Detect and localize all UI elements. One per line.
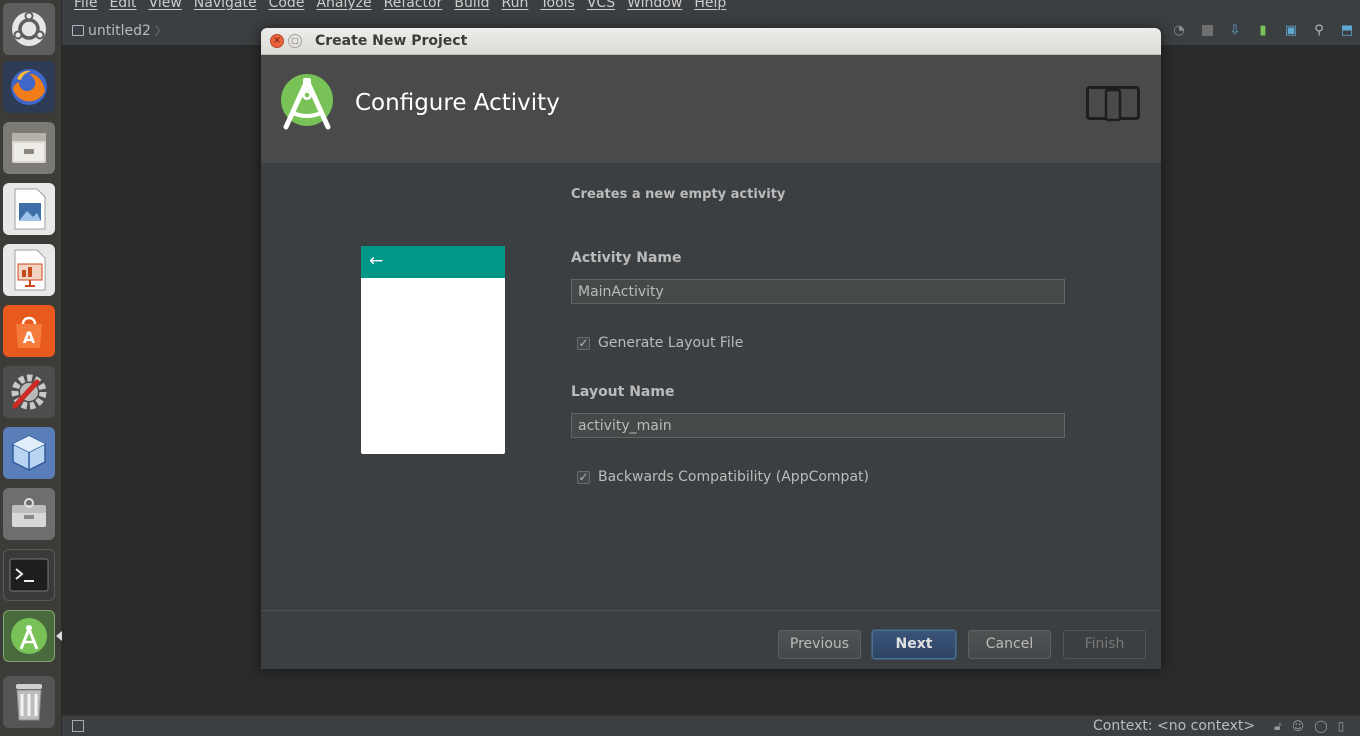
close-icon[interactable]: × — [270, 34, 284, 48]
archive-manager-icon[interactable] — [3, 488, 55, 540]
breadcrumb-separator-icon: 〉 — [154, 24, 167, 38]
create-new-project-dialog: × □ Create New Project Configure Activit… — [261, 28, 1161, 669]
activity-name-input[interactable] — [571, 279, 1065, 304]
tool-windows-toggle-icon[interactable] — [72, 720, 84, 732]
dialog-content: ← Creates a new empty activity Activity … — [261, 163, 1161, 610]
banner-title: Configure Activity — [355, 90, 560, 116]
system-settings-icon[interactable] — [3, 366, 55, 418]
ubuntu-launcher: A — [0, 0, 62, 736]
finish-button: Finish — [1063, 630, 1146, 659]
backwards-compat-label[interactable]: Backwards Compatibility (AppCompat) — [598, 469, 869, 485]
menu-edit[interactable]: Edit — [103, 0, 142, 11]
next-button[interactable]: Next — [872, 630, 956, 659]
backwards-compat-checkbox-row[interactable]: ✓ Backwards Compatibility (AppCompat) — [577, 469, 869, 485]
libreoffice-draw-icon[interactable] — [3, 183, 55, 235]
menu-navigate[interactable]: Navigate — [188, 0, 263, 11]
menu-refactor[interactable]: Refactor — [378, 0, 449, 11]
generate-layout-checkbox-row[interactable]: ✓ Generate Layout File — [577, 335, 743, 351]
layout-name-label: Layout Name — [571, 384, 675, 400]
device-form-factor-icon — [1086, 86, 1140, 122]
libreoffice-impress-icon[interactable] — [3, 244, 55, 296]
virtualbox-icon[interactable] — [3, 427, 55, 479]
profile-icon[interactable]: ◔ — [1170, 21, 1188, 39]
layout-name-input[interactable] — [571, 413, 1065, 438]
gradle-sync-icon[interactable]: ⇩ — [1226, 21, 1244, 39]
context-indicator[interactable]: Context: <no context> — [1093, 718, 1255, 734]
dialog-title: Create New Project — [315, 33, 468, 49]
menu-window[interactable]: Window — [621, 0, 688, 11]
previous-button[interactable]: Previous — [778, 630, 861, 659]
avd-manager-icon[interactable]: ▮ — [1254, 21, 1272, 39]
backwards-compat-checkbox[interactable]: ✓ — [577, 470, 590, 484]
software-center-icon[interactable]: A — [3, 305, 55, 357]
svg-text:A: A — [23, 328, 36, 347]
maximize-icon[interactable]: □ — [288, 34, 302, 48]
status-bar: Context: <no context> 🔓︎ ☺︎ ◯ ▯ — [62, 715, 1360, 736]
menu-analyze[interactable]: Analyze — [310, 0, 377, 11]
notifications-icon[interactable]: ▯ — [1338, 719, 1345, 734]
dialog-banner: Configure Activity — [261, 55, 1161, 163]
android-studio-logo-icon — [281, 74, 333, 130]
menu-file[interactable]: File — [68, 0, 103, 11]
dialog-footer: Previous Next Cancel Finish — [261, 610, 1161, 669]
back-arrow-icon: ← — [369, 251, 384, 271]
search-icon[interactable]: ⚲ — [1310, 21, 1328, 39]
menu-vcs[interactable]: VCS — [581, 0, 621, 11]
preview-toolbar: ← — [361, 246, 505, 278]
files-icon[interactable] — [3, 122, 55, 174]
menu-tools[interactable]: Tools — [534, 0, 581, 11]
sdk-manager-icon[interactable]: ⬒ — [1338, 21, 1356, 39]
android-studio-icon[interactable] — [3, 610, 55, 662]
ubuntu-dash-icon[interactable] — [3, 3, 55, 55]
activity-name-label: Activity Name — [571, 250, 682, 266]
lock-icon[interactable]: 🔓︎ — [1274, 719, 1282, 734]
firefox-icon[interactable] — [3, 61, 55, 113]
cancel-button[interactable]: Cancel — [968, 630, 1051, 659]
menu-code[interactable]: Code — [263, 0, 311, 11]
project-name[interactable]: untitled2 — [88, 23, 151, 39]
status-icons: 🔓︎ ☺︎ ◯ ▯ — [1274, 719, 1344, 734]
terminal-icon[interactable] — [3, 549, 55, 601]
trash-icon[interactable] — [3, 676, 55, 728]
stop-icon[interactable] — [1198, 21, 1216, 39]
menu-run[interactable]: Run — [496, 0, 535, 11]
menu-view[interactable]: View — [143, 0, 188, 11]
dialog-titlebar[interactable]: × □ Create New Project — [261, 28, 1161, 55]
toolbar-actions: ◔ ⇩ ▮ ▣ ⚲ ⬒ — [1170, 21, 1356, 39]
ide-menubar: File Edit View Navigate Code Analyze Ref… — [62, 0, 1360, 14]
activity-preview: ← — [361, 246, 505, 454]
inspector-icon[interactable]: ☺︎ — [1292, 719, 1305, 734]
breadcrumb[interactable]: untitled2 〉 — [72, 22, 167, 39]
menu-build[interactable]: Build — [448, 0, 495, 11]
project-folder-icon — [72, 25, 84, 36]
project-structure-icon[interactable]: ▣ — [1282, 21, 1300, 39]
generate-layout-checkbox[interactable]: ✓ — [577, 336, 590, 350]
menu-help[interactable]: Help — [688, 0, 732, 11]
generate-layout-label[interactable]: Generate Layout File — [598, 335, 743, 351]
activity-description: Creates a new empty activity — [571, 187, 786, 202]
event-log-icon[interactable]: ◯ — [1314, 719, 1327, 734]
